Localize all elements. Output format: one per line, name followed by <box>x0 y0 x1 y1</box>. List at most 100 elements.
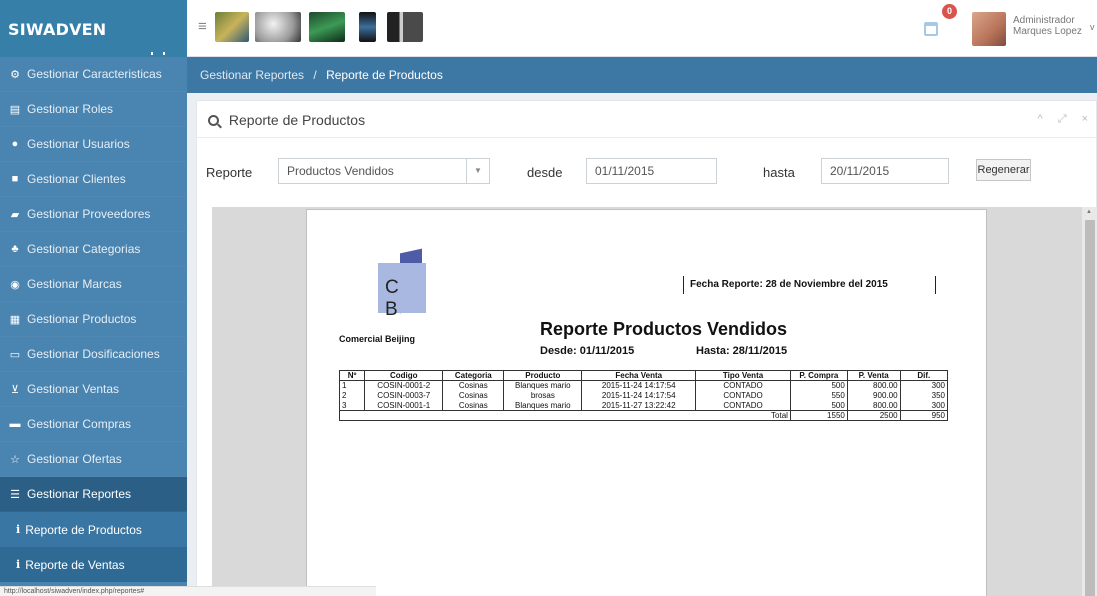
sidebar-item-compras[interactable]: ▬ Gestionar Compras <box>0 407 187 442</box>
hasta-input[interactable]: 20/11/2015 <box>821 158 949 184</box>
bullseye-icon: ◉ <box>10 278 20 291</box>
column-header: Categoria <box>442 370 505 381</box>
box-tools[interactable]: ^ ⤢ × <box>1038 113 1095 126</box>
truck-icon: ▰ <box>10 208 20 221</box>
sidebar-item-label: Gestionar Marcas <box>27 277 122 291</box>
sidebar-item-categorias[interactable]: ♣ Gestionar Categorias <box>0 232 187 267</box>
user-role: Administrador <box>1013 15 1075 26</box>
sidebar-item-roles[interactable]: ▤ Gestionar Roles <box>0 92 187 127</box>
sidebar-item-label: Gestionar Caracteristicas <box>27 67 162 81</box>
sidebar-item-clientes[interactable]: ■ Gestionar Clientes <box>0 162 187 197</box>
calendar-icon[interactable] <box>924 22 938 36</box>
top-navbar: ≡ 0 Administrador Marques Lopez v <box>187 0 1097 57</box>
user-fullname: Marques Lopez <box>1013 26 1082 37</box>
cell-codigo: COSIN-0001-2 <box>364 380 444 391</box>
total-dif: 950 <box>899 410 949 421</box>
reporte-select-value: Productos Vendidos <box>287 164 394 178</box>
desde-input[interactable]: 01/11/2015 <box>586 158 717 184</box>
sidebar-item-marcas[interactable]: ◉ Gestionar Marcas <box>0 267 187 302</box>
table-total-row: Total 1550 2500 950 <box>339 410 949 421</box>
chevron-down-icon[interactable]: v <box>1090 22 1095 32</box>
purchase-icon: ▬ <box>9 418 21 430</box>
cell-codigo: COSIN-0001-1 <box>364 400 444 411</box>
report-hasta: Hasta: 28/11/2015 <box>696 345 788 357</box>
sidebar-item-usuarios[interactable]: ● Gestionar Usuarios <box>0 127 187 162</box>
cell-num: 1 <box>338 380 366 391</box>
banner-thumb-laptop <box>309 12 345 42</box>
sidebar-item-ofertas[interactable]: ☆ Gestionar Ofertas <box>0 442 187 477</box>
cell-compra: 550 <box>789 390 848 401</box>
pdf-page: C B Comercial Beijing Fecha Reporte: 28 … <box>306 209 987 596</box>
brand-name: SIWADVEN <box>8 20 107 39</box>
breadcrumb-parent[interactable]: Gestionar Reportes <box>200 68 304 82</box>
avatar[interactable] <box>972 12 1006 46</box>
table-row: 3 COSIN-0001-1 Cosinas Blanques mario 20… <box>338 400 949 411</box>
user-name[interactable]: Administrador Marques Lopez <box>1013 15 1082 37</box>
sidebar-item-reportes[interactable]: ☰ Gestionar Reportes <box>0 477 187 512</box>
cell-venta: 900.00 <box>846 390 901 401</box>
column-header: Producto <box>503 370 583 381</box>
cell-tipo: CONTADO <box>695 380 791 391</box>
sidebar-item-dosificaciones[interactable]: ▭ Gestionar Dosificaciones <box>0 337 187 372</box>
info-icon: i <box>16 523 21 536</box>
reporte-select[interactable]: Productos Vendidos ▼ <box>278 158 490 184</box>
desde-input-value: 01/11/2015 <box>595 164 655 178</box>
cell-producto: brosas <box>503 390 583 401</box>
sidebar-item-label: Gestionar Reportes <box>27 487 132 501</box>
breadcrumb-separator: / <box>313 68 317 82</box>
column-header: Dif. <box>899 370 949 381</box>
cell-producto: Blanques mario <box>503 400 583 411</box>
cell-fecha: 2015-11-27 13:22:42 <box>581 400 697 411</box>
menu-toggle-icon[interactable]: ≡ <box>198 18 207 35</box>
scroll-up-icon[interactable]: ▲ <box>1086 209 1092 215</box>
cell-codigo: COSIN-0003-7 <box>364 390 444 401</box>
cell-tipo: CONTADO <box>695 390 791 401</box>
regenerar-button[interactable]: Regenerar <box>976 159 1031 181</box>
document-icon: ▭ <box>9 348 21 361</box>
cell-compra: 500 <box>789 380 848 391</box>
report-box: Reporte de Productos ^ ⤢ × Reporte Produ… <box>196 100 1097 596</box>
star-icon: ☆ <box>10 453 20 466</box>
viewer-scrollbar[interactable]: ▲ <box>1082 207 1097 596</box>
total-venta: 2500 <box>846 410 901 421</box>
sidebar-item-caracteristicas[interactable]: ⚙ Gestionar Caracteristicas <box>0 57 187 92</box>
cell-num: 2 <box>338 390 366 401</box>
pdf-viewer[interactable]: C B Comercial Beijing Fecha Reporte: 28 … <box>212 207 1097 596</box>
cell-categoria: Cosinas <box>442 380 505 391</box>
sidebar-item-proveedores[interactable]: ▰ Gestionar Proveedores <box>0 197 187 232</box>
cell-dif: 350 <box>899 390 949 401</box>
sidebar-subitem-reporte-productos[interactable]: i Reporte de Productos <box>0 512 187 547</box>
sidebar: ⚙ Gestionar Caracteristicas ▤ Gestionar … <box>0 57 187 596</box>
sidebar-item-label: Gestionar Usuarios <box>27 137 130 151</box>
column-header: P. Compra <box>789 370 848 381</box>
sidebar-item-label: Gestionar Dosificaciones <box>27 347 160 361</box>
notification-badge[interactable]: 0 <box>942 4 957 19</box>
cell-fecha: 2015-11-24 14:17:54 <box>581 380 697 391</box>
box-title: Reporte de Productos <box>228 112 366 128</box>
scrollbar-thumb[interactable] <box>1085 220 1095 596</box>
sitemap-icon: ♣ <box>11 243 19 255</box>
desde-label: desde <box>527 165 563 180</box>
logo-letters: C B <box>385 277 408 320</box>
sidebar-item-label: Gestionar Categorias <box>27 242 141 256</box>
sidebar-subitem-reporte-ventas[interactable]: i Reporte de Ventas <box>0 547 187 582</box>
column-header: Codigo <box>364 370 444 381</box>
cell-num: 3 <box>338 400 366 411</box>
chevron-down-icon: ▼ <box>466 159 489 183</box>
column-header: Nº <box>338 370 366 381</box>
sidebar-subitem-label: Reporte de Productos <box>25 522 142 537</box>
sidebar-item-label: Gestionar Ventas <box>27 382 120 396</box>
sidebar-item-productos[interactable]: ▦ Gestionar Productos <box>0 302 187 337</box>
report-icon: ☰ <box>10 488 20 501</box>
cell-dif: 300 <box>899 400 949 411</box>
table-header-row: Nº Codigo Categoria Producto Fecha Venta… <box>338 370 949 381</box>
sidebar-item-label: Gestionar Clientes <box>27 172 126 186</box>
column-header: Tipo Venta <box>695 370 791 381</box>
total-label: Total <box>339 410 791 421</box>
reporte-label: Reporte <box>206 165 253 180</box>
report-filters: Reporte Productos Vendidos ▼ desde 01/11… <box>197 156 1097 186</box>
sidebar-item-label: Gestionar Roles <box>27 102 114 116</box>
sidebar-item-ventas[interactable]: ⊻ Gestionar Ventas <box>0 372 187 407</box>
hasta-input-value: 20/11/2015 <box>830 164 890 178</box>
app-brand[interactable]: SIWADVEN <box>0 0 187 57</box>
